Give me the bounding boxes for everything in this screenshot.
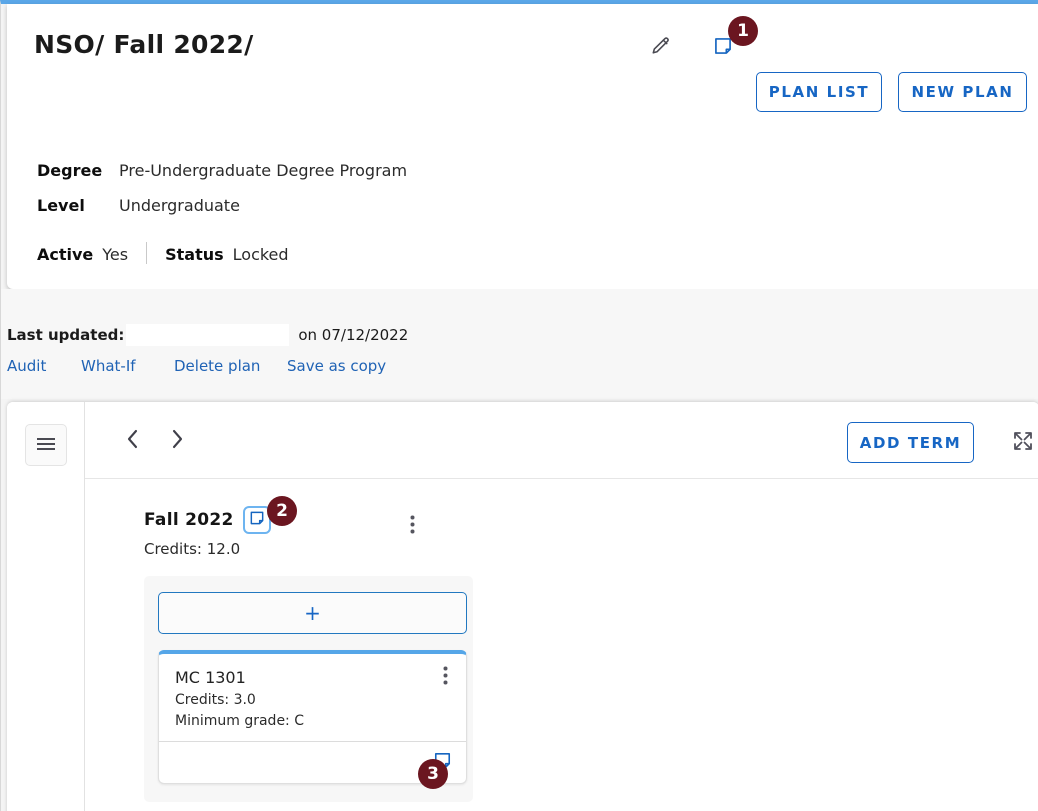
expand-icon (1013, 431, 1033, 455)
plan-action-links: Audit What-If Delete plan Save as copy (7, 357, 386, 375)
add-term-button[interactable]: ADD TERM (847, 422, 974, 463)
more-vertical-icon (410, 515, 415, 538)
new-plan-button[interactable]: NEW PLAN (898, 72, 1027, 112)
term-title: Fall 2022 (144, 510, 234, 530)
course-menu-button[interactable] (434, 666, 456, 688)
active-status-row: Active Yes Status Locked (37, 238, 289, 264)
more-vertical-icon (443, 666, 448, 689)
vertical-divider (146, 242, 148, 264)
edit-plan-button[interactable] (647, 34, 675, 62)
degree-row: Degree Pre-Undergraduate Degree Program (37, 161, 407, 180)
annotation-badge-1: 1 (728, 16, 758, 46)
course-card-body: MC 1301 Credits: 3.0 Minimum grade: C (159, 654, 466, 741)
status-value: Locked (232, 245, 289, 264)
term-column: Fall 2022 Credits: 12.0 + MC 1301 Credit… (144, 506, 473, 802)
app-root: NSO/ Fall 2022/ PLAN LIST NEW PLAN Degre… (0, 0, 1038, 811)
save-as-copy-link[interactable]: Save as copy (287, 357, 386, 375)
term-credits: Credits: 12.0 (144, 540, 241, 558)
term-header: Fall 2022 (144, 506, 454, 534)
pencil-icon (650, 35, 672, 61)
chevron-left-icon (124, 428, 142, 454)
add-course-button[interactable]: + (158, 592, 467, 634)
course-minimum-grade: Minimum grade: C (175, 713, 304, 729)
last-updated-label: Last updated: (7, 326, 125, 344)
level-value: Undergraduate (119, 196, 240, 215)
fullscreen-button[interactable] (1010, 430, 1036, 456)
audit-link[interactable]: Audit (7, 357, 81, 375)
what-if-link[interactable]: What-If (81, 357, 174, 375)
active-value: Yes (102, 245, 129, 264)
level-label: Level (37, 196, 85, 215)
previous-term-button[interactable] (118, 426, 148, 456)
course-code: MC 1301 (175, 668, 246, 687)
plan-header-card: NSO/ Fall 2022/ PLAN LIST NEW PLAN Degre… (7, 4, 1038, 289)
planner-menu-button[interactable] (25, 424, 67, 466)
planner-panel: ADD TERM Fall 2022 Credits: 12.0 + MC 13… (7, 402, 1038, 811)
page-title: NSO/ Fall 2022/ (34, 30, 254, 59)
course-credits: Credits: 3.0 (175, 692, 256, 708)
note-icon (249, 510, 265, 530)
planner-sidebar (7, 402, 85, 811)
next-term-button[interactable] (162, 426, 192, 456)
hamburger-icon (36, 436, 56, 455)
level-row: Level Undergraduate (37, 196, 240, 215)
active-label: Active (37, 245, 94, 264)
last-updated-user (126, 324, 290, 346)
annotation-badge-3: 3 (418, 759, 448, 789)
annotation-badge-2: 2 (267, 496, 297, 526)
plan-list-button[interactable]: PLAN LIST (756, 72, 882, 112)
delete-plan-link[interactable]: Delete plan (174, 357, 287, 375)
degree-value: Pre-Undergraduate Degree Program (119, 161, 408, 180)
degree-label: Degree (37, 161, 103, 180)
chevron-right-icon (168, 428, 186, 454)
term-menu-button[interactable] (401, 515, 423, 537)
last-updated-row: Last updated: on 07/12/2022 (7, 324, 408, 346)
planner-toolbar: ADD TERM (85, 402, 1038, 479)
status-label: Status (165, 245, 224, 264)
last-updated-date: on 07/12/2022 (298, 326, 409, 344)
